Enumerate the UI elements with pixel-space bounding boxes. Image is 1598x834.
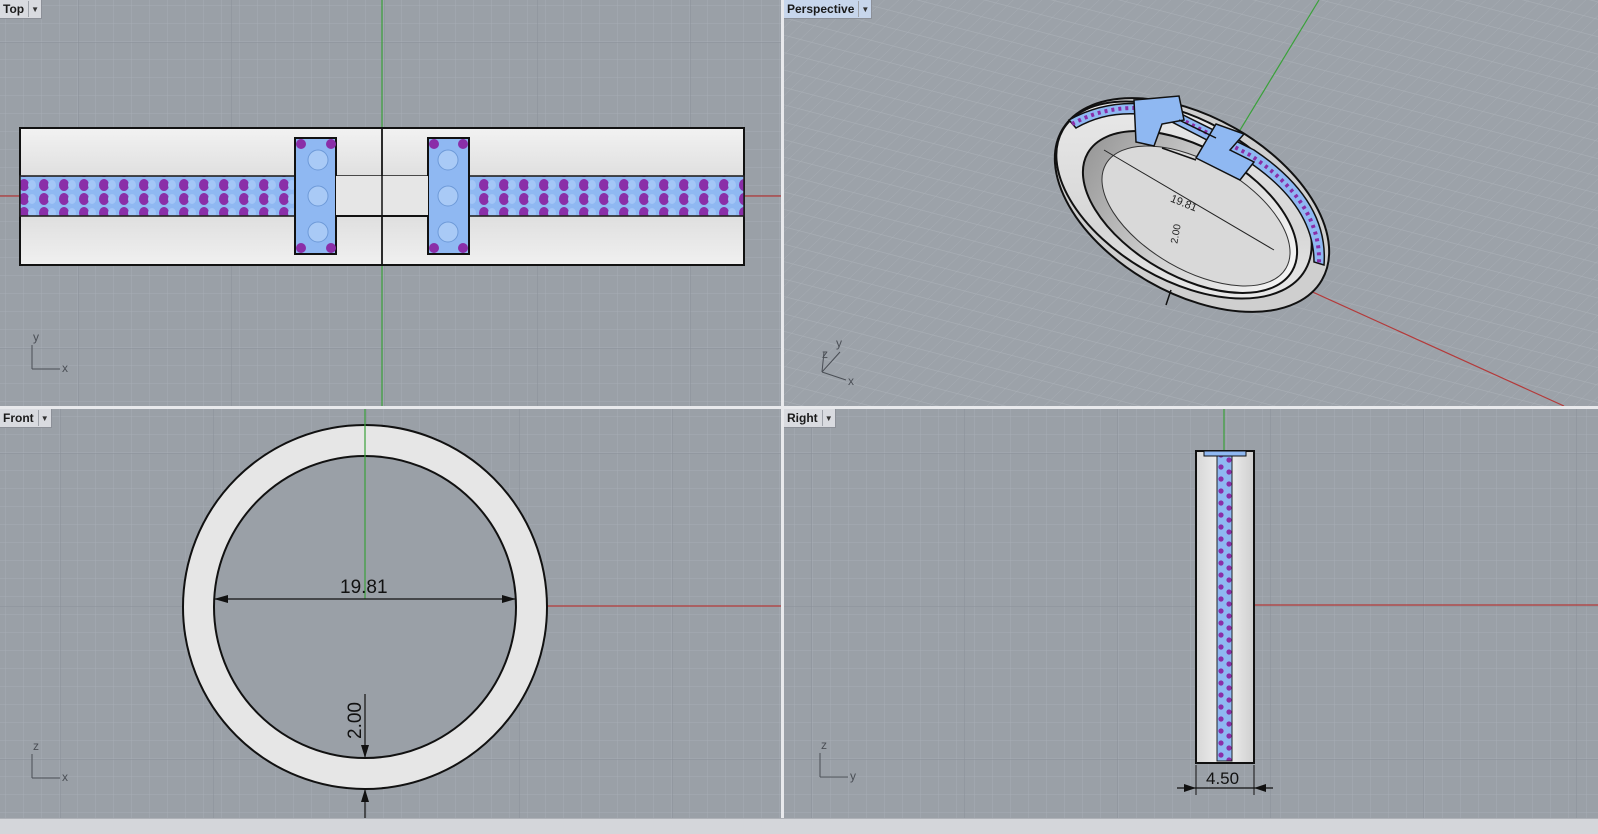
axis-label-z: z <box>822 347 828 361</box>
front-view-canvas[interactable]: 19.81 2.00 z x <box>0 409 781 818</box>
chevron-down-icon[interactable]: ▼ <box>28 1 41 17</box>
axis-label-z: z <box>821 738 827 752</box>
viewport-top[interactable]: Top ▼ y x <box>0 0 781 406</box>
axis-label-z: z <box>33 739 39 753</box>
dim-label-width: 4.50 <box>1206 769 1239 788</box>
viewport-front[interactable]: Front ▼ 19.81 2.00 z x <box>0 409 781 818</box>
dim-label-thickness: 2.00 <box>345 702 366 739</box>
viewport-title-right[interactable]: Right ▼ <box>784 409 836 428</box>
chevron-down-icon[interactable]: ▼ <box>858 1 871 17</box>
axis-label-x: x <box>62 361 68 375</box>
chevron-down-icon[interactable]: ▼ <box>37 410 51 426</box>
axis-label-y: y <box>836 336 842 350</box>
status-bar <box>0 818 1598 834</box>
dim-label-diameter: 19.81 <box>340 577 388 598</box>
top-view-canvas[interactable]: y x <box>0 0 781 406</box>
chevron-down-icon[interactable]: ▼ <box>821 410 835 426</box>
axis-label-x: x <box>848 374 854 388</box>
viewport-right[interactable]: Right ▼ 4.50 z y <box>784 409 1598 818</box>
axis-label-y: y <box>33 330 39 344</box>
viewport-title-front[interactable]: Front ▼ <box>0 409 52 428</box>
axis-label-x: x <box>62 770 68 784</box>
viewport-name: Front <box>3 411 34 425</box>
perspective-view-canvas[interactable]: 19.81 2.00 z y x <box>784 0 1598 406</box>
viewport-perspective[interactable]: Perspective ▼ 19.81 2.00 z y x <box>784 0 1598 406</box>
viewport-name: Top <box>3 2 25 16</box>
ring-band-top[interactable] <box>19 127 745 266</box>
ring-side-profile[interactable] <box>1195 450 1255 764</box>
viewport-name: Right <box>787 411 818 425</box>
right-view-canvas[interactable]: 4.50 z y <box>784 409 1598 818</box>
viewport-title-top[interactable]: Top ▼ <box>0 0 43 19</box>
viewport-name: Perspective <box>787 2 855 16</box>
viewport-title-perspective[interactable]: Perspective ▼ <box>784 0 873 19</box>
axis-label-y: y <box>850 769 856 783</box>
